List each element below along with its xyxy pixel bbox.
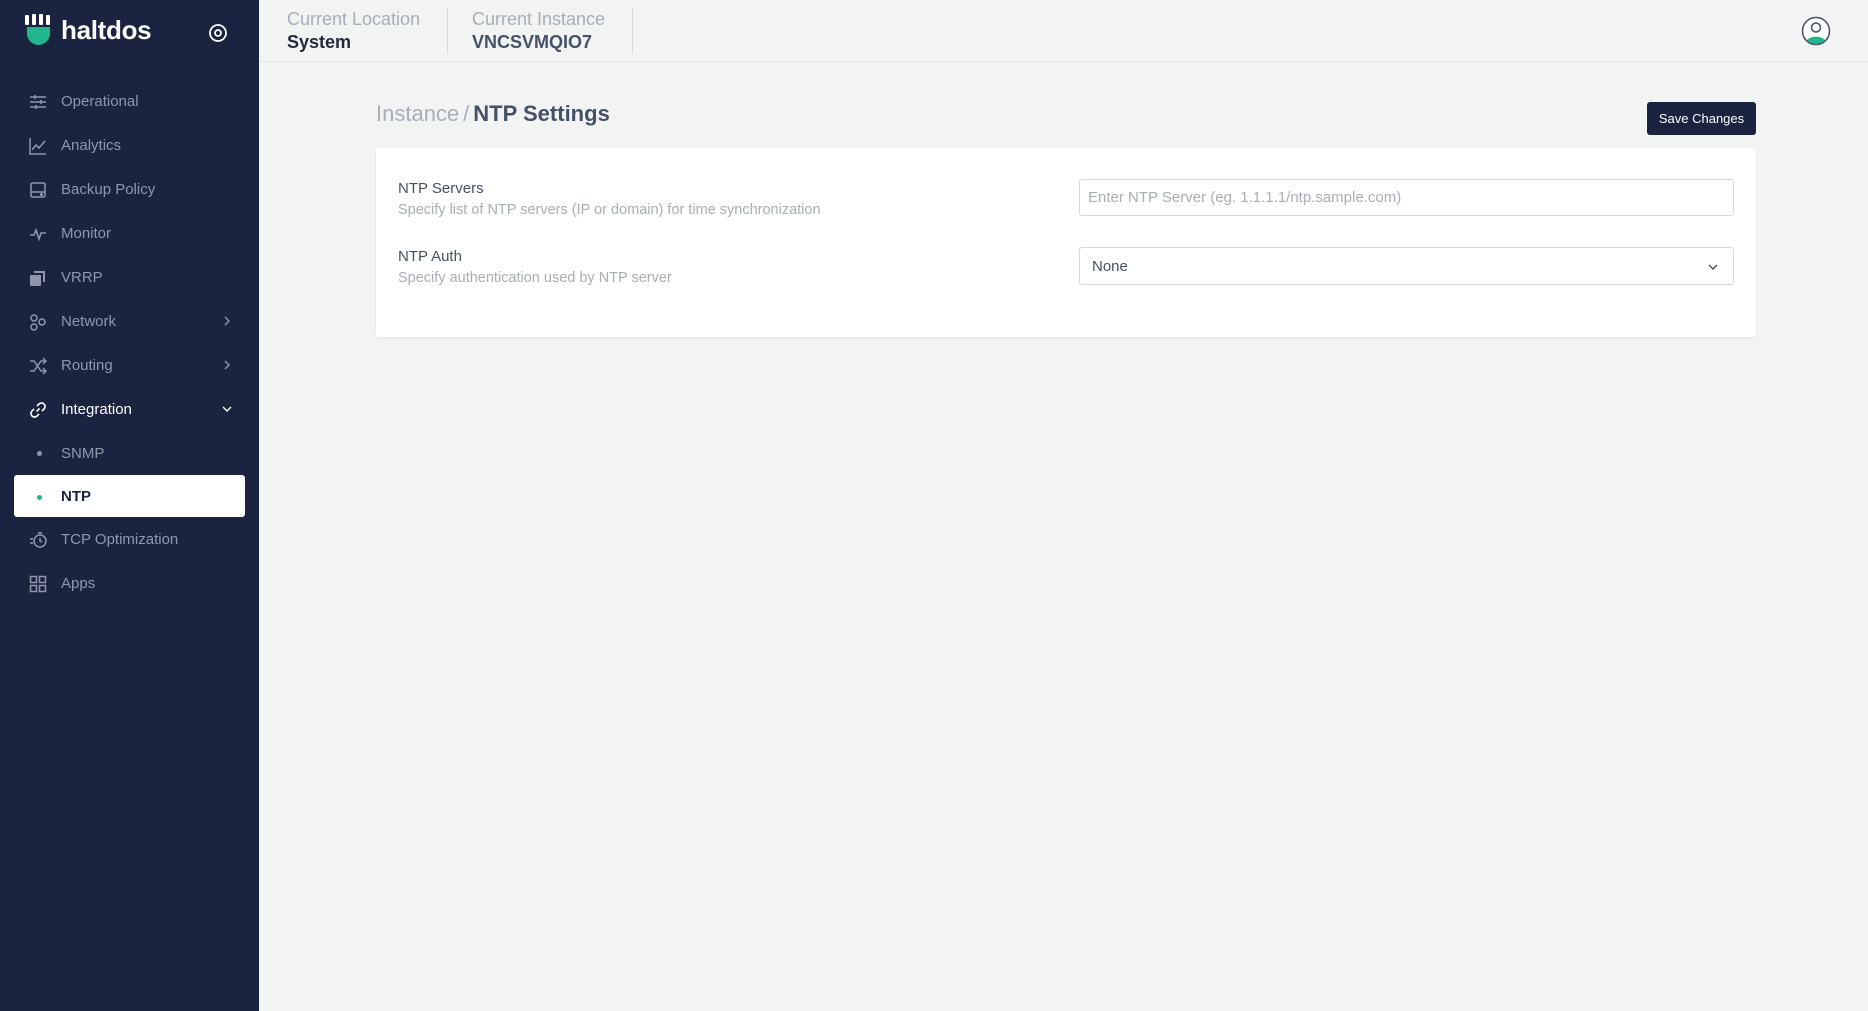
haltdos-logo-icon <box>25 14 50 45</box>
sidebar-item-tcp-optimization[interactable]: TCP Optimization <box>0 517 259 561</box>
settings-ring-icon <box>209 24 227 42</box>
hard-drive-icon <box>30 182 46 198</box>
divider <box>632 8 633 54</box>
chevron-down-icon <box>1708 264 1718 270</box>
sidebar-item-backup-policy[interactable]: Backup Policy <box>0 167 259 211</box>
copy-icon <box>30 271 45 286</box>
sidebar-item-label: Network <box>61 312 117 330</box>
sidebar: haltdos Operational Analytics Backup Pol… <box>0 0 259 1011</box>
grid-icon <box>29 575 47 593</box>
ntp-auth-description: Specify authentication used by NTP serve… <box>398 270 672 286</box>
sidebar-item-apps[interactable]: Apps <box>0 561 259 605</box>
breadcrumb-separator: / <box>463 101 470 126</box>
sidebar-item-monitor[interactable]: Monitor <box>0 211 259 255</box>
divider <box>447 8 448 54</box>
sidebar-item-label: Analytics <box>61 136 122 154</box>
breadcrumb-current: NTP Settings <box>473 101 610 126</box>
sidebar-item-network[interactable]: Network <box>0 299 259 343</box>
current-location-value: System <box>287 32 352 52</box>
sidebar-subitem-ntp[interactable]: NTP <box>14 475 245 517</box>
current-instance[interactable]: Current Instance VNCSVMQIO7 <box>472 8 605 54</box>
ntp-auth-selected-value: None <box>1092 257 1128 275</box>
sidebar-item-integration[interactable]: Integration <box>0 387 259 431</box>
ntp-servers-input[interactable] <box>1079 179 1734 216</box>
link-icon <box>30 402 46 418</box>
sidebar-item-analytics[interactable]: Analytics <box>0 123 259 167</box>
line-chart-icon <box>29 138 46 155</box>
sidebar-nav: Operational Analytics Backup Policy Moni… <box>0 79 259 605</box>
bullet-dot-icon <box>37 495 42 500</box>
sidebar-item-label: Apps <box>61 574 96 592</box>
sliders-icon <box>30 95 46 109</box>
sidebar-item-operational[interactable]: Operational <box>0 79 259 123</box>
bullet-dot-icon <box>37 451 42 456</box>
sidebar-item-label: Integration <box>61 400 132 418</box>
sidebar-subitem-snmp[interactable]: SNMP <box>0 431 259 475</box>
sidebar-item-routing[interactable]: Routing <box>0 343 259 387</box>
sidebar-item-label: Routing <box>61 356 113 374</box>
breadcrumb-parent[interactable]: Instance <box>376 101 459 126</box>
sidebar-item-label: Monitor <box>61 224 112 242</box>
shuffle-icon <box>30 357 47 375</box>
sidebar-item-label: TCP Optimization <box>61 530 179 548</box>
sidebar-item-label: NTP <box>61 487 91 505</box>
current-location-label: Current Location <box>287 9 421 29</box>
sidebar-item-label: VRRP <box>61 268 103 286</box>
chevron-right-icon <box>224 316 230 326</box>
sidebar-item-vrrp[interactable]: VRRP <box>0 255 259 299</box>
chevron-down-icon <box>222 406 232 412</box>
top-bar: Current Location System Current Instance… <box>259 0 1868 62</box>
brand-name: haltdos <box>61 14 152 45</box>
ntp-auth-select[interactable]: None <box>1079 247 1734 285</box>
network-icon <box>30 314 46 331</box>
ntp-settings-card: NTP Servers Specify list of NTP servers … <box>376 148 1756 337</box>
current-instance-value: VNCSVMQIO7 <box>472 32 593 52</box>
chevron-right-icon <box>224 360 230 370</box>
current-instance-label: Current Instance <box>472 9 606 29</box>
pulse-icon <box>30 227 46 242</box>
ntp-servers-label: NTP Servers <box>398 180 484 197</box>
sidebar-item-label: SNMP <box>61 444 105 462</box>
stopwatch-icon <box>30 532 47 548</box>
page-title: Instance / NTP Settings <box>376 100 610 128</box>
save-changes-button[interactable]: Save Changes <box>1647 102 1756 135</box>
brand-logo[interactable]: haltdos <box>24 14 152 46</box>
user-avatar-icon[interactable] <box>1801 16 1831 46</box>
ntp-auth-label: NTP Auth <box>398 248 462 265</box>
settings-button[interactable] <box>204 19 232 47</box>
sidebar-item-label: Backup Policy <box>61 180 156 198</box>
current-location: Current Location System <box>287 8 420 54</box>
sidebar-item-label: Operational <box>61 92 139 110</box>
ntp-servers-description: Specify list of NTP servers (IP or domai… <box>398 202 821 218</box>
